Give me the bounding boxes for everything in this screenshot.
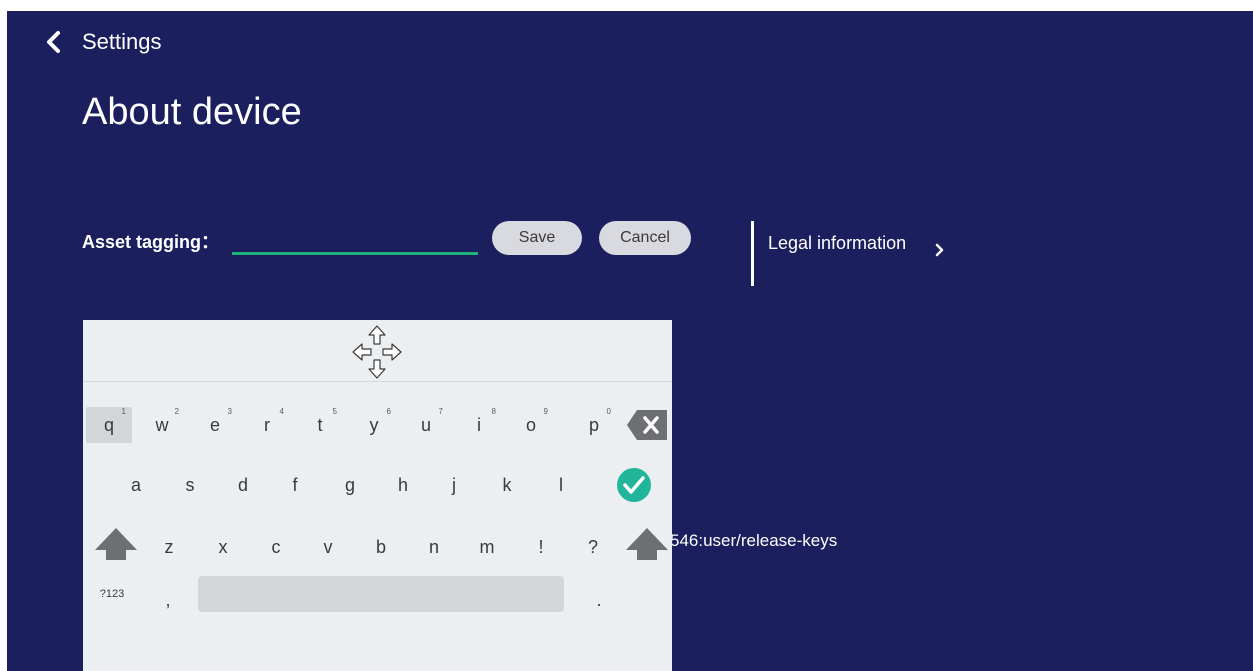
backspace-icon xyxy=(627,410,667,440)
shift-key-right[interactable] xyxy=(622,525,672,565)
key-u[interactable]: u7 xyxy=(403,407,449,443)
key-t[interactable]: t5 xyxy=(297,407,343,443)
key-z[interactable]: z xyxy=(146,529,192,565)
keyboard-separator xyxy=(83,381,672,382)
key-x[interactable]: x xyxy=(200,529,246,565)
on-screen-keyboard: q1 w2 e3 r4 t5 y6 u7 i8 o9 p0 a s d f g … xyxy=(83,320,672,671)
key-r[interactable]: r4 xyxy=(244,407,290,443)
key-v[interactable]: v xyxy=(305,529,351,565)
key-q[interactable]: q1 xyxy=(86,407,132,443)
key-p[interactable]: p0 xyxy=(571,407,617,443)
chevron-left-icon xyxy=(47,31,60,53)
key-s[interactable]: s xyxy=(167,467,213,503)
key-k[interactable]: k xyxy=(484,467,530,503)
key-m[interactable]: m xyxy=(464,529,510,565)
key-exclamation[interactable]: ! xyxy=(518,529,564,565)
key-l[interactable]: l xyxy=(538,467,584,503)
key-question[interactable]: ? xyxy=(570,529,616,565)
settings-screen: Settings About device Asset tagging： Sav… xyxy=(7,11,1253,671)
shift-key-left[interactable] xyxy=(91,525,141,565)
shift-arrow-icon xyxy=(626,528,668,560)
key-w[interactable]: w2 xyxy=(139,407,185,443)
key-a[interactable]: a xyxy=(113,467,159,503)
key-o[interactable]: o9 xyxy=(508,407,554,443)
save-button[interactable]: Save xyxy=(492,221,582,255)
key-e[interactable]: e3 xyxy=(192,407,238,443)
key-f[interactable]: f xyxy=(272,467,318,503)
backspace-key[interactable] xyxy=(623,407,669,443)
page-title: About device xyxy=(82,91,302,133)
key-h[interactable]: h xyxy=(380,467,426,503)
key-n[interactable]: n xyxy=(411,529,457,565)
nav-settings-label[interactable]: Settings xyxy=(82,29,162,55)
key-comma[interactable]: , xyxy=(145,582,191,618)
key-y[interactable]: y6 xyxy=(351,407,397,443)
key-symbols[interactable]: ?123 xyxy=(89,576,135,612)
asset-tagging-label: Asset tagging： xyxy=(82,232,220,252)
cancel-button[interactable]: Cancel xyxy=(599,221,691,255)
key-j[interactable]: j xyxy=(431,467,477,503)
spacebar[interactable] xyxy=(198,576,564,612)
asset-tagging-input[interactable] xyxy=(232,227,478,255)
back-button[interactable] xyxy=(41,27,65,57)
legal-information-item[interactable]: Legal information xyxy=(768,230,918,256)
shift-arrow-icon xyxy=(95,528,137,560)
key-d[interactable]: d xyxy=(220,467,266,503)
enter-key[interactable] xyxy=(611,467,657,503)
build-number-text: 546:user/release-keys xyxy=(670,531,838,550)
move-arrows-icon xyxy=(352,325,402,379)
key-period[interactable]: . xyxy=(576,582,622,618)
key-i[interactable]: i8 xyxy=(456,407,502,443)
chevron-right-icon[interactable] xyxy=(935,243,945,262)
legal-divider xyxy=(751,221,754,286)
key-g[interactable]: g xyxy=(327,467,373,503)
key-c[interactable]: c xyxy=(253,529,299,565)
key-b[interactable]: b xyxy=(358,529,404,565)
keyboard-drag-handle[interactable] xyxy=(83,320,672,380)
checkmark-icon xyxy=(617,468,651,502)
